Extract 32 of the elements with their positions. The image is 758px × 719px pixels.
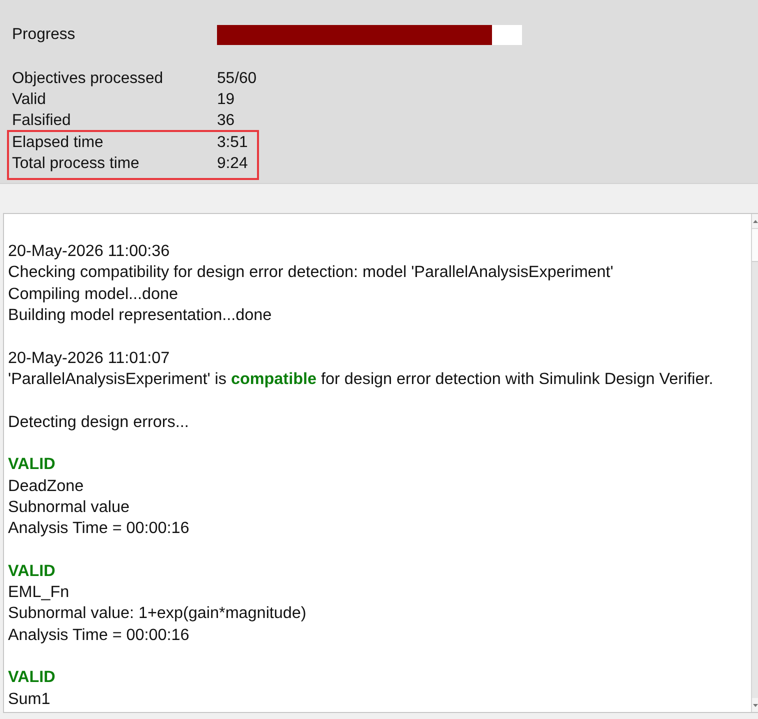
- progress-label: Progress: [12, 25, 76, 45]
- stat-value: 55/60: [217, 69, 258, 89]
- log-line: EML_Fn: [8, 582, 70, 604]
- log-line: Sum1: [8, 688, 50, 710]
- log-line: DeadZone: [8, 476, 84, 497]
- stat-label: Objectives processed: [12, 69, 164, 89]
- status-label: VALID: [8, 454, 56, 476]
- log-line: Analysis Time = 00:00:16: [8, 518, 190, 540]
- log-line: Checking compatibility for design error detection: model 'ParallelAnalysisExperiment': [8, 262, 614, 284]
- status-label: VALID: [8, 667, 56, 688]
- stat-label: Valid: [12, 90, 47, 110]
- log-line: Analysis Time = 00:00:16: [8, 624, 190, 646]
- scrollbar-thumb[interactable]: [752, 228, 758, 262]
- log-line: Subnormal value: 1+exp(gain*magnitude): [8, 603, 306, 624]
- log-timestamp: 20-May-2026 11:00:36: [8, 241, 170, 262]
- stat-value: 9:24: [217, 154, 249, 174]
- scroll-up-icon[interactable]: [752, 220, 758, 222]
- log-line: Detecting design errors...: [8, 412, 189, 433]
- log-line: 'ParallelAnalysisExperiment' is compatible for design error detection with Simulink Design Verifier.: [8, 368, 714, 390]
- log-line: Compiling model...done: [8, 284, 178, 305]
- stat-label: Total process time: [12, 154, 140, 174]
- stat-value: 3:51: [217, 133, 249, 153]
- stat-label: Falsified: [12, 111, 72, 131]
- stat-label: Elapsed time: [12, 133, 104, 153]
- scrollbar[interactable]: [751, 214, 758, 712]
- stat-value: 36: [217, 111, 236, 131]
- scroll-down-icon[interactable]: [752, 704, 758, 706]
- stat-value: 19: [217, 90, 236, 110]
- log-line: Building model representation...done: [8, 304, 272, 326]
- log-timestamp: 20-May-2026 11:01:07: [8, 348, 170, 369]
- log-line: Subnormal value: [8, 496, 130, 518]
- status-label: VALID: [8, 560, 56, 582]
